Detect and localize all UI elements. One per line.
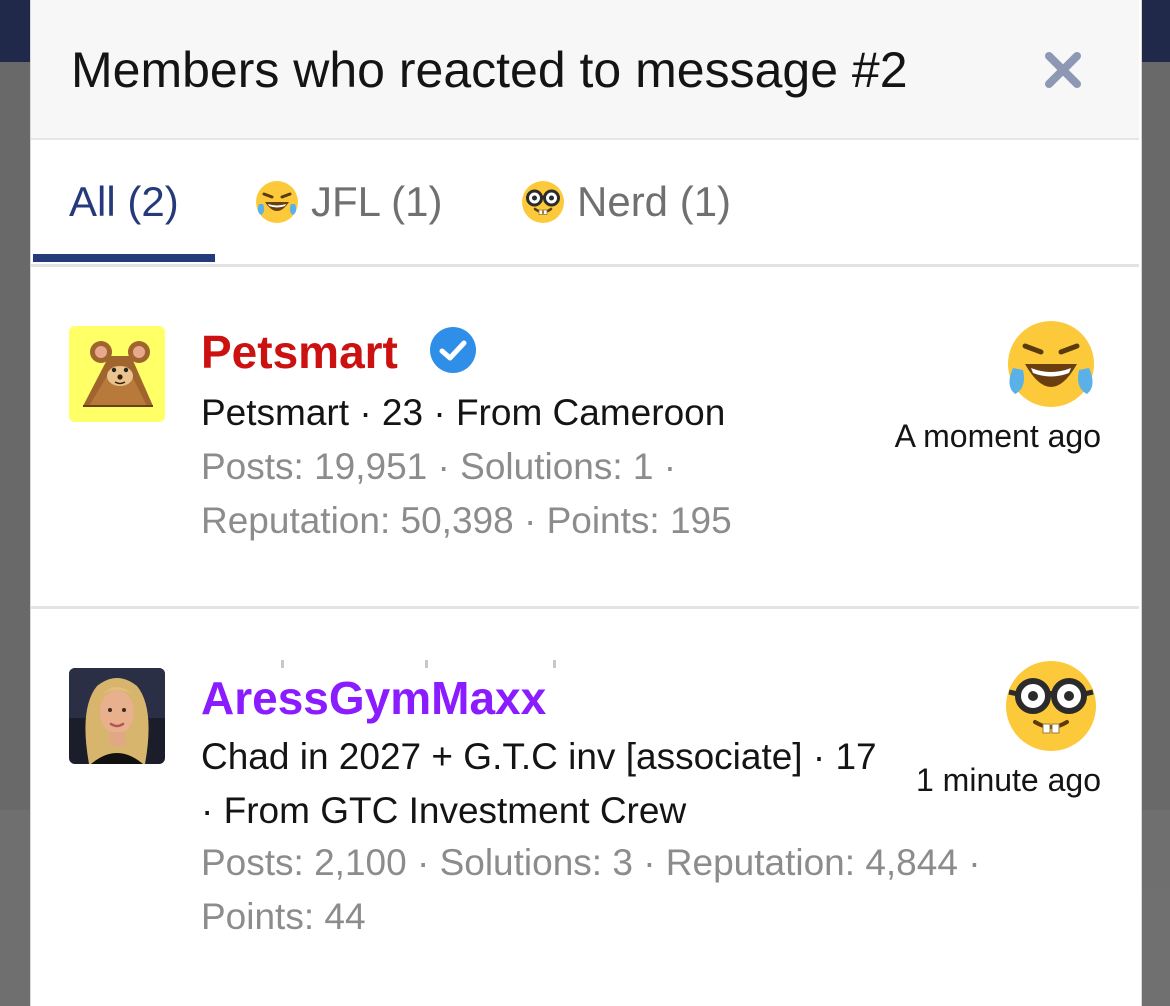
tab-jfl[interactable]: JFL (1) <box>253 140 442 264</box>
reaction-tabs: All (2) JFL (1) Nerd (1) <box>31 140 1139 267</box>
active-tab-indicator <box>33 254 215 262</box>
avatar[interactable] <box>69 326 165 422</box>
modal-title: Members who reacted to message #2 <box>71 42 908 98</box>
nerd-emoji-icon <box>522 181 564 223</box>
list-item: Petsmart Petsmart · 23 · From Cameroon P… <box>31 266 1139 609</box>
nerd-emoji-icon <box>1006 661 1096 751</box>
modal-header: Members who reacted to message #2 <box>31 0 1139 140</box>
blonde-woman-photo-avatar-icon <box>69 668 165 764</box>
close-button[interactable] <box>1041 48 1085 92</box>
username-link[interactable]: Petsmart <box>201 324 398 380</box>
reactions-modal: Members who reacted to message #2 All (2… <box>30 0 1142 1006</box>
username-link[interactable]: AressGymMaxx <box>201 670 546 726</box>
artifact-mark <box>553 660 556 668</box>
user-stats: Posts: 2,100 · Solutions: 3 · Reputation… <box>201 842 981 937</box>
cartoon-mouse-avatar-icon <box>69 326 165 422</box>
user-stats: Posts: 19,951 · Solutions: 1 · Reputatio… <box>201 446 732 541</box>
reaction-time: 1 minute ago <box>915 762 1101 798</box>
user-info: Chad in 2027 + G.T.C inv [associate] · 1… <box>201 736 877 831</box>
artifact-mark <box>281 660 284 668</box>
close-icon <box>1045 52 1081 88</box>
tab-nerd-label: Nerd (1) <box>577 178 732 225</box>
reaction-time: A moment ago <box>894 418 1101 454</box>
verified-badge-icon <box>430 327 476 373</box>
user-info: Petsmart · 23 · From Cameroon <box>201 392 726 433</box>
avatar[interactable] <box>69 668 165 764</box>
laughing-crying-emoji-icon <box>256 181 298 223</box>
tab-all[interactable]: All (2) <box>69 140 179 264</box>
artifact-mark <box>425 660 428 668</box>
tab-nerd[interactable]: Nerd (1) <box>519 140 731 264</box>
laughing-crying-emoji-icon <box>1008 321 1094 407</box>
tab-all-label: All (2) <box>69 178 179 225</box>
tab-jfl-label: JFL (1) <box>311 178 443 225</box>
list-item: AressGymMaxx Chad in 2027 + G.T.C inv [a… <box>31 608 1139 1006</box>
